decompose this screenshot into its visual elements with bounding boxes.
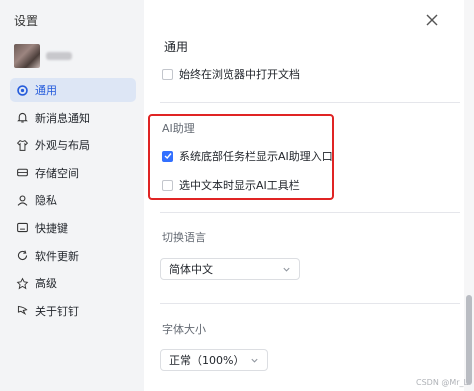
section-title-font-size: 字体大小 <box>162 323 206 336</box>
sidebar-item-appearance[interactable]: 外观与布局 <box>10 133 136 157</box>
dingtalk-icon <box>16 304 29 317</box>
sidebar-item-label: 软件更新 <box>35 249 79 263</box>
scrollbar-thumb[interactable] <box>466 295 472 385</box>
divider <box>160 212 460 213</box>
settings-icon <box>16 84 29 97</box>
bell-icon <box>16 111 29 124</box>
font-size-select-value: 正常（100%） <box>169 354 245 367</box>
sidebar-item-update[interactable]: 软件更新 <box>10 244 136 268</box>
checkbox-label: 始终在浏览器中打开文档 <box>179 68 300 81</box>
sidebar-item-general[interactable]: 通用 <box>10 78 136 102</box>
sidebar-item-advanced[interactable]: 高级 <box>10 271 136 295</box>
font-size-select[interactable]: 正常（100%） <box>160 349 268 371</box>
section-title-general: 通用 <box>164 40 189 54</box>
username-blurred <box>46 52 72 60</box>
sidebar: 设置 通用 新消息通知 外观与布局 存储空间 隐私 快捷键 软件更新 高级 关于… <box>0 0 144 391</box>
divider <box>160 102 460 103</box>
sidebar-item-label: 隐私 <box>35 194 57 208</box>
user-icon <box>16 194 29 207</box>
update-icon <box>16 249 29 262</box>
sidebar-item-privacy[interactable]: 隐私 <box>10 188 136 212</box>
window-title: 设置 <box>14 14 39 28</box>
sidebar-item-label: 高级 <box>35 277 57 291</box>
chevron-down-icon <box>283 267 290 272</box>
shirt-icon <box>16 139 29 152</box>
language-select[interactable]: 简体中文 <box>160 258 300 280</box>
sidebar-item-label: 存储空间 <box>35 166 79 180</box>
open-in-browser-checkbox[interactable]: 始终在浏览器中打开文档 <box>162 66 300 82</box>
close-icon[interactable] <box>426 14 438 26</box>
divider <box>160 303 460 304</box>
section-title-language: 切换语言 <box>162 231 206 244</box>
checkbox-box[interactable] <box>162 68 173 80</box>
sidebar-item-label: 外观与布局 <box>35 139 90 153</box>
sidebar-item-shortcuts[interactable]: 快捷键 <box>10 216 136 240</box>
annotation-highlight-box <box>148 114 334 200</box>
sidebar-item-storage[interactable]: 存储空间 <box>10 161 136 185</box>
sidebar-item-label: 关于钉钉 <box>35 304 79 318</box>
avatar[interactable] <box>14 44 40 68</box>
sidebar-item-label: 快捷键 <box>35 221 68 235</box>
sidebar-item-notifications[interactable]: 新消息通知 <box>10 106 136 130</box>
watermark: CSDN @Mr_L <box>416 378 468 387</box>
keyboard-icon <box>16 221 29 234</box>
settings-panel: 通用 始终在浏览器中打开文档 AI助理 系统底部任务栏显示AI助理入口 选中文本… <box>144 0 474 391</box>
sidebar-item-label: 新消息通知 <box>35 111 90 125</box>
sidebar-item-label: 通用 <box>35 84 57 97</box>
sidebar-nav: 通用 新消息通知 外观与布局 存储空间 隐私 快捷键 软件更新 高级 关于钉钉 <box>10 78 136 326</box>
advanced-icon <box>16 277 29 290</box>
chevron-down-icon <box>251 358 258 363</box>
sidebar-item-about[interactable]: 关于钉钉 <box>10 299 136 323</box>
language-select-value: 简体中文 <box>169 263 213 276</box>
storage-icon <box>16 166 29 179</box>
